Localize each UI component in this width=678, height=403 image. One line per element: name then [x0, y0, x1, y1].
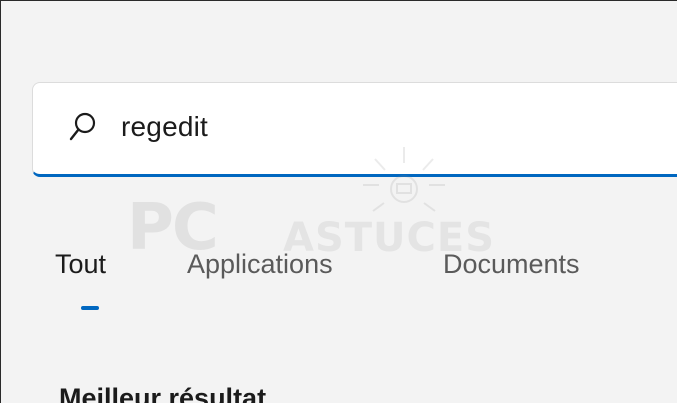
best-result-heading: Meilleur résultat: [59, 383, 267, 403]
tab-documents[interactable]: Documents: [443, 249, 580, 280]
active-tab-indicator: [81, 306, 99, 310]
tab-applications[interactable]: Applications: [187, 249, 333, 280]
search-input[interactable]: regedit: [121, 111, 208, 143]
search-box[interactable]: regedit: [32, 82, 677, 177]
tab-tout[interactable]: Tout: [55, 249, 106, 280]
search-panel: regedit PC ASTUCES Tout Applications Doc…: [0, 0, 677, 403]
search-icon: [68, 110, 98, 146]
